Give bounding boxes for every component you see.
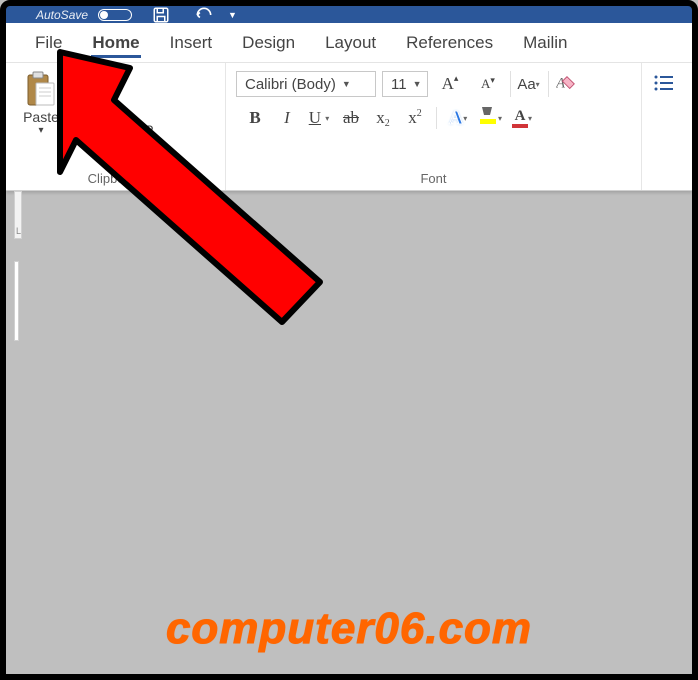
subscript-button[interactable]: x2	[368, 105, 398, 131]
group-label-clipboard: Clipboard	[6, 171, 225, 186]
format-painter-label: Format P	[96, 122, 154, 138]
bullet-list-icon	[653, 73, 675, 96]
tab-file[interactable]: File	[20, 23, 77, 62]
chevron-down-icon: ▾	[528, 114, 532, 123]
save-icon[interactable]	[152, 6, 170, 24]
bullets-button[interactable]	[648, 71, 680, 97]
font-name-value: Calibri (Body)	[245, 76, 336, 93]
font-color-button[interactable]: A ▾	[507, 105, 537, 131]
change-case-button[interactable]: Aa▾	[510, 71, 542, 97]
paste-button[interactable]: Paste ▾	[12, 67, 70, 136]
chevron-down-icon: ▼	[413, 79, 422, 89]
clipboard-icon	[26, 71, 56, 107]
eraser-icon: A	[556, 73, 578, 96]
font-size-combo[interactable]: 11 ▼	[382, 71, 428, 97]
scissors-icon	[72, 73, 90, 91]
ribbon: Paste ▾ C	[6, 63, 692, 191]
title-bar: AutoSave ▼	[6, 6, 692, 23]
tab-label: References	[406, 33, 493, 53]
chevron-down-icon: ▼	[342, 79, 351, 89]
group-label-font: Font	[226, 171, 641, 186]
cut-label: C	[96, 74, 106, 90]
font-name-combo[interactable]: Calibri (Body) ▼	[236, 71, 376, 97]
paintbrush-icon	[72, 121, 90, 139]
tab-label: Home	[92, 33, 139, 53]
tab-home[interactable]: Home	[77, 23, 154, 62]
copy-icon	[72, 97, 90, 115]
highlighter-icon	[478, 105, 498, 132]
tab-design[interactable]: Design	[227, 23, 310, 62]
navigation-pane-sliver: L	[14, 191, 22, 239]
chevron-down-icon: ▾	[463, 114, 467, 123]
tab-references[interactable]: References	[391, 23, 508, 62]
paste-label: Paste	[23, 109, 59, 125]
chevron-down-icon: ▾	[325, 114, 329, 123]
autosave-toggle[interactable]	[98, 9, 132, 21]
text-effects-button[interactable]: A ▾	[443, 105, 473, 131]
dropdown-caret[interactable]: ▼	[228, 10, 237, 20]
svg-text:A: A	[556, 75, 565, 91]
group-font: Calibri (Body) ▼ 11 ▼ A▴ A▾ Aa▾	[226, 63, 642, 190]
chevron-down-icon[interactable]: ▾	[38, 125, 43, 136]
tab-mailings[interactable]: Mailin	[508, 23, 582, 62]
group-paragraph	[642, 63, 692, 190]
ribbon-tabs: File Home Insert Design Layout Reference…	[6, 23, 692, 63]
increase-font-button[interactable]: A▴	[434, 71, 466, 97]
decrease-font-button[interactable]: A▾	[472, 71, 504, 97]
group-clipboard: Paste ▾ C	[6, 63, 226, 190]
tab-layout[interactable]: Layout	[310, 23, 391, 62]
superscript-button[interactable]: x2	[400, 105, 430, 131]
tab-label: Insert	[170, 33, 213, 53]
italic-button[interactable]: I	[272, 105, 302, 131]
tab-insert[interactable]: Insert	[155, 23, 228, 62]
font-color-icon: A	[512, 109, 528, 128]
tab-label: File	[35, 33, 62, 53]
text-effects-icon: A	[449, 107, 463, 130]
document-page-sliver	[14, 261, 19, 341]
copy-button[interactable]	[72, 97, 154, 115]
font-size-value: 11	[391, 76, 407, 93]
autosave-label: AutoSave	[36, 8, 88, 22]
format-painter-button[interactable]: Format P	[72, 121, 154, 139]
bold-button[interactable]: B	[240, 105, 270, 131]
tab-label: Mailin	[523, 33, 567, 53]
cut-button[interactable]: C	[72, 73, 154, 91]
undo-icon[interactable]	[194, 7, 214, 23]
highlight-button[interactable]: ▾	[475, 105, 505, 131]
clear-formatting-button[interactable]: A	[548, 71, 580, 97]
chevron-down-icon: ▾	[498, 114, 502, 123]
underline-button[interactable]: U ▾	[304, 105, 334, 131]
tab-label: Design	[242, 33, 295, 53]
strikethrough-button[interactable]: ab	[336, 105, 366, 131]
tab-label: Layout	[325, 33, 376, 53]
